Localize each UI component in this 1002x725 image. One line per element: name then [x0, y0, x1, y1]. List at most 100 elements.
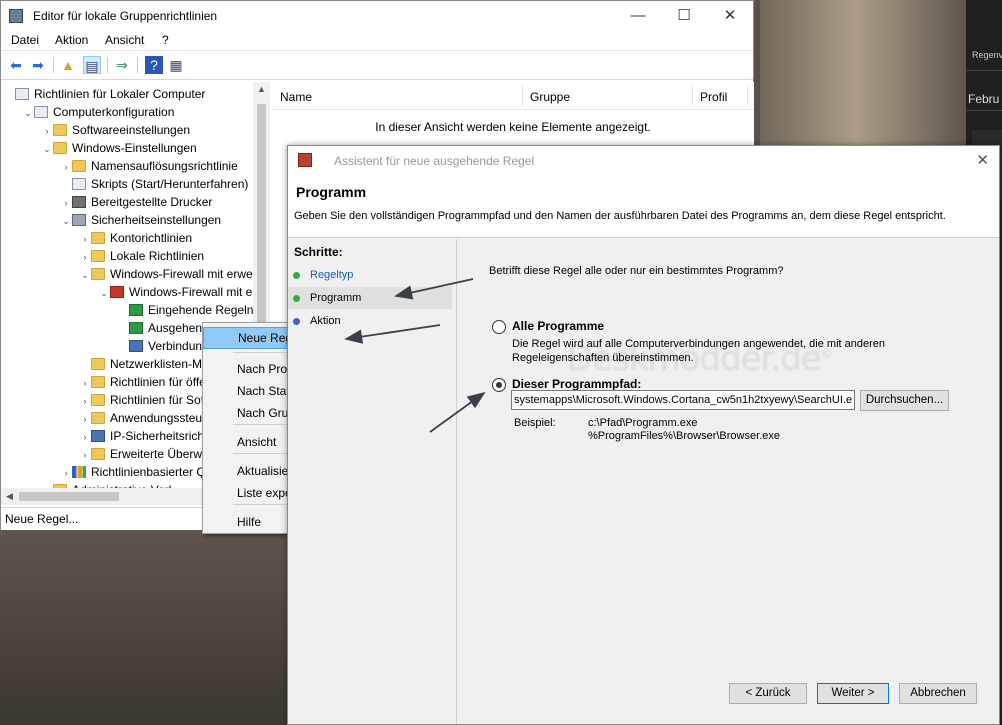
tree-item[interactable]: Skripts (Start/Herunterfahren)	[60, 175, 248, 193]
menu-datei[interactable]: Datei	[11, 33, 39, 47]
scroll-left-icon[interactable]: ◀	[6, 491, 13, 502]
key-icon	[72, 214, 86, 226]
collapse-chevron-icon[interactable]: ⌄	[22, 104, 34, 122]
steps-panel: Schritte: Regeltyp Programm Aktion	[288, 239, 456, 539]
expand-chevron-icon[interactable]: ›	[60, 194, 72, 212]
expand-chevron-icon[interactable]: ›	[79, 230, 91, 248]
page-description: Geben Sie den vollständigen Programmpfad…	[294, 210, 946, 222]
expand-chevron-icon[interactable]: ›	[79, 248, 91, 266]
tree-item[interactable]: › Richtlinien für Soft	[79, 391, 208, 410]
radio-all-programs[interactable]	[492, 320, 506, 334]
back-arrow-icon[interactable]: ⬅	[7, 56, 25, 74]
help-icon[interactable]: ?	[145, 56, 163, 74]
back-button[interactable]: < Zurück	[729, 683, 807, 704]
connection-icon	[129, 340, 143, 352]
desktop-background-floor	[0, 530, 300, 725]
collapse-chevron-icon[interactable]: ⌄	[79, 266, 91, 284]
tree-item[interactable]: › IP-Sicherheitsricht	[79, 427, 208, 446]
wizard-content: Deskmodder.de© Betrifft diese Regel alle…	[456, 239, 999, 724]
scrollbar-thumb[interactable]	[19, 492, 119, 501]
tree-item[interactable]: › Softwareeinstellungen	[41, 121, 191, 140]
expand-chevron-icon[interactable]: ›	[60, 464, 72, 482]
menu-ansicht[interactable]: Ansicht	[105, 33, 144, 47]
menu-aktion[interactable]: Aktion	[55, 33, 88, 47]
tree-item[interactable]: › Kontorichtlinien	[79, 229, 193, 248]
tree-item[interactable]: Eingehende Regeln	[117, 301, 253, 319]
example-line: c:\Pfad\Programm.exe	[588, 417, 698, 429]
next-button[interactable]: Weiter >	[817, 683, 889, 704]
forward-arrow-icon[interactable]: ➡	[29, 56, 47, 74]
tree-item[interactable]: Richtlinien für Lokaler Computer	[3, 85, 205, 103]
column-divider[interactable]	[692, 85, 693, 107]
up-folder-icon[interactable]: ▲	[59, 56, 77, 74]
tree-item[interactable]: › Anwendungssteue	[79, 409, 209, 427]
expand-chevron-icon[interactable]: ›	[79, 374, 91, 392]
column-divider[interactable]	[747, 85, 748, 107]
option-all-description: Die Regel wird auf alle Computerverbindu…	[512, 338, 886, 364]
rules-icon	[129, 304, 143, 316]
page-title: Programm	[296, 184, 367, 200]
tree-item[interactable]: ⌄ Sicherheitseinstellungen	[60, 211, 221, 229]
collapse-chevron-icon[interactable]: ⌄	[41, 140, 53, 158]
expand-chevron-icon[interactable]: ›	[60, 158, 72, 176]
tree-item-label: Windows-Einstellungen	[72, 141, 197, 155]
steps-title: Schritte:	[294, 245, 343, 259]
step-regeltyp[interactable]: Regeltyp	[288, 264, 452, 286]
tree-item[interactable]: › Namensauflösungsrichtlinie	[60, 157, 238, 175]
toolbar: ⬅ ➡ ▲ ▤ ⇒ ? ▦	[1, 51, 753, 80]
export-list-icon[interactable]: ⇒	[113, 56, 131, 74]
expand-chevron-icon[interactable]: ›	[79, 446, 91, 464]
tree-item-label: Richtlinien für Soft	[110, 393, 208, 407]
close-button[interactable]: ✕	[707, 1, 753, 31]
radio-program-path[interactable]	[492, 378, 506, 392]
computer-icon	[34, 106, 48, 118]
tree-item[interactable]: › Richtlinien für öffe	[79, 373, 206, 391]
tree-item[interactable]: › Lokale Richtlinien	[79, 247, 205, 266]
tree-item-label: Erweiterte Überwac	[110, 447, 215, 461]
step-aktion[interactable]: Aktion	[288, 310, 452, 332]
minimize-button[interactable]: —	[615, 1, 661, 31]
chart-icon	[72, 466, 86, 478]
folder-icon	[91, 376, 105, 388]
tree-item[interactable]: Netzwerklisten-Ma	[79, 355, 209, 373]
expand-chevron-icon[interactable]: ›	[79, 410, 91, 428]
program-path-input[interactable]	[511, 390, 855, 410]
column-divider[interactable]	[522, 85, 523, 107]
option-all-label[interactable]: Alle Programme	[512, 319, 604, 333]
new-outbound-rule-wizard: Assistent für neue ausgehende Regel ✕ Pr…	[287, 145, 1000, 725]
expand-chevron-icon[interactable]: ›	[79, 392, 91, 410]
toolbar-separator	[53, 57, 54, 73]
window-title: Editor für lokale Gruppenrichtlinien	[33, 9, 218, 23]
show-hide-tree-icon[interactable]: ▤	[83, 56, 101, 74]
step-programm[interactable]: Programm	[288, 287, 452, 309]
column-gruppe[interactable]: Gruppe	[530, 90, 570, 104]
tree-item-label: IP-Sicherheitsricht	[110, 429, 208, 443]
tree-item-label: Windows-Firewall mit er	[129, 285, 257, 299]
tree-item[interactable]: › Erweiterte Überwac	[79, 445, 215, 463]
title-bar[interactable]: Editor für lokale Gruppenrichtlinien — ☐…	[1, 1, 753, 31]
tree-item[interactable]: › Bereitgestellte Drucker	[60, 193, 213, 212]
wizard-title-bar[interactable]: Assistent für neue ausgehende Regel ✕	[288, 146, 999, 176]
collapse-chevron-icon[interactable]: ⌄	[98, 284, 110, 302]
close-icon[interactable]: ✕	[976, 151, 989, 169]
tree-item-label: Computerkonfiguration	[53, 105, 175, 119]
column-name[interactable]: Name	[280, 90, 312, 104]
collapse-chevron-icon[interactable]: ⌄	[60, 212, 72, 230]
expand-chevron-icon[interactable]: ›	[41, 122, 53, 140]
properties-icon[interactable]: ▦	[167, 56, 185, 74]
expand-chevron-icon[interactable]: ›	[79, 428, 91, 446]
tree-item[interactable]: ⌄ Windows-Firewall mit erwei	[79, 265, 255, 283]
browse-button[interactable]: Durchsuchen...	[860, 390, 949, 411]
tree-item[interactable]: ⌄ Windows-Einstellungen	[41, 139, 197, 157]
tree-item-label: Windows-Firewall mit erwei	[110, 267, 256, 281]
option-path-label[interactable]: Dieser Programmpfad:	[512, 377, 641, 391]
wizard-title: Assistent für neue ausgehende Regel	[334, 154, 535, 168]
menu-help[interactable]: ?	[162, 33, 169, 47]
tree-item[interactable]: › Richtlinienbasierter Qo	[60, 463, 213, 482]
tree-item[interactable]: ⌄ Windows-Firewall mit er	[98, 283, 256, 301]
maximize-button[interactable]: ☐	[661, 1, 707, 31]
column-profil[interactable]: Profil	[700, 90, 727, 104]
cancel-button[interactable]: Abbrechen	[899, 683, 977, 704]
tree-item[interactable]: ⌄ Computerkonfiguration	[22, 103, 174, 121]
scroll-up-icon[interactable]: ▲	[257, 84, 266, 94]
